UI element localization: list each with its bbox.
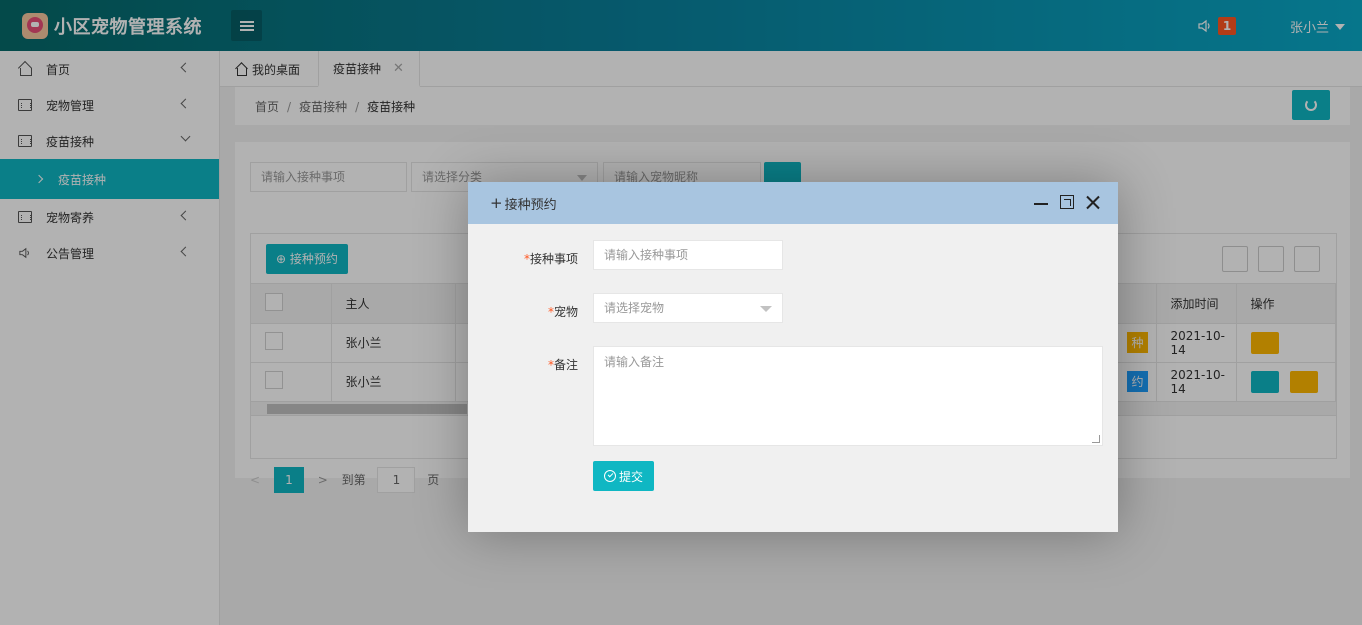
close-icon[interactable]: [1086, 195, 1100, 209]
modal-title-bar: + 接种预约: [468, 182, 1118, 224]
plus-icon: +: [490, 194, 503, 212]
modal-title: 接种预约: [504, 197, 557, 213]
minimize-icon[interactable]: [1034, 195, 1048, 209]
note-placeholder: 请输入备注: [604, 355, 665, 369]
submit-label: 提交: [618, 469, 643, 484]
submit-button[interactable]: 提交: [593, 461, 654, 491]
pet-field-label: *宠物: [547, 305, 578, 319]
appointment-modal: + 接种预约 *接种事项 请输入接种事项 *宠物 请选择宠物 *备注 请输入备注…: [468, 182, 1118, 532]
pet-select-placeholder: 请选择宠物: [604, 301, 665, 315]
item-field-label: *接种事项: [523, 252, 578, 266]
resize-handle-icon[interactable]: [1092, 435, 1100, 443]
maximize-icon[interactable]: [1060, 195, 1074, 209]
chevron-down-icon: [760, 306, 772, 312]
check-circle-icon: [603, 470, 616, 482]
pet-select[interactable]: 请选择宠物: [593, 293, 783, 323]
note-textarea[interactable]: 请输入备注: [593, 346, 1103, 446]
note-field-label: *备注: [547, 358, 578, 372]
vaccine-item-input[interactable]: 请输入接种事项: [593, 240, 783, 270]
